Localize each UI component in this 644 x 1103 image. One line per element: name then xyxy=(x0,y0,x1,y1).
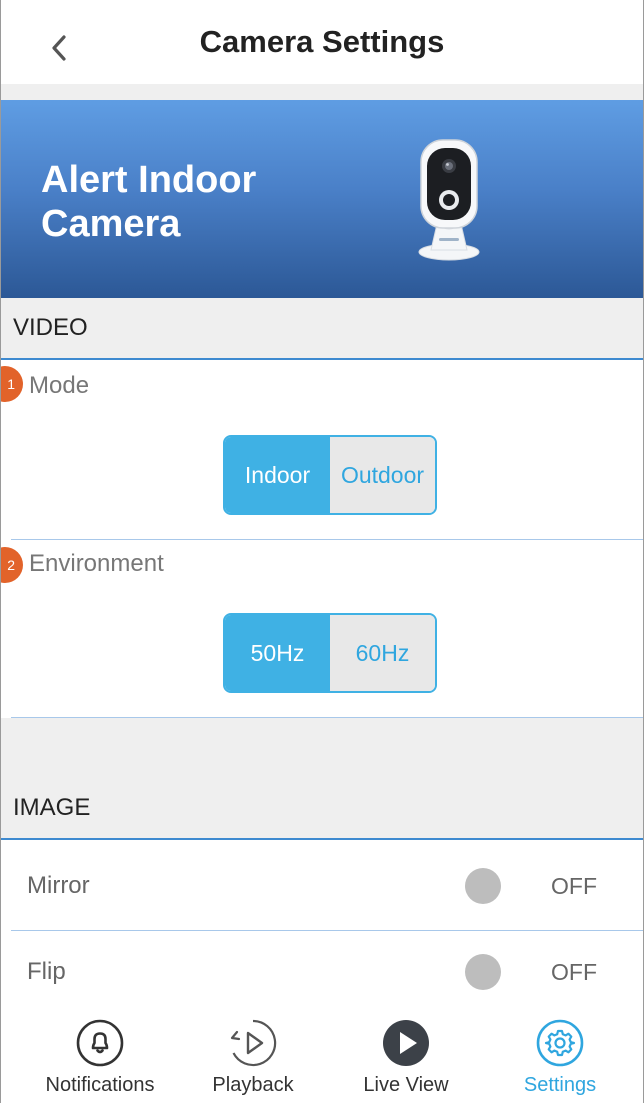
play-icon xyxy=(383,1020,429,1066)
tab-live-view[interactable]: Live View xyxy=(331,1014,481,1103)
mirror-toggle[interactable] xyxy=(465,868,501,904)
mode-label: Mode xyxy=(29,372,90,399)
flip-label: Flip xyxy=(27,958,66,985)
video-section-title: VIDEO xyxy=(13,314,88,341)
mode-option-outdoor[interactable]: Outdoor xyxy=(330,437,435,513)
top-bar: Camera Settings xyxy=(1,0,643,84)
tab-settings-label: Settings xyxy=(523,1074,597,1096)
bell-icon xyxy=(76,1019,124,1067)
camera-device-image xyxy=(418,139,480,261)
mirror-state: OFF xyxy=(551,873,597,899)
playback-icon xyxy=(230,1019,277,1067)
tab-playback-label: Playback xyxy=(212,1074,294,1096)
image-section-title: IMAGE xyxy=(13,794,91,821)
tab-notifications[interactable]: Notifications xyxy=(25,1014,175,1103)
header-spacer xyxy=(1,84,643,100)
camera-name: Alert Indoor Camera xyxy=(41,158,256,246)
camera-name-line2: Camera xyxy=(41,203,181,245)
environment-option-60hz[interactable]: 60Hz xyxy=(330,615,435,691)
gear-icon xyxy=(536,1019,584,1067)
callout-badge-2: 2 xyxy=(1,547,23,583)
tab-playback[interactable]: Playback xyxy=(178,1014,328,1103)
environment-label: Environment xyxy=(29,550,164,577)
tab-notifications-label: Notifications xyxy=(45,1074,155,1096)
environment-segmented-control: 50Hz 60Hz xyxy=(223,613,437,693)
mode-segmented-control: Indoor Outdoor xyxy=(223,435,437,515)
camera-banner: Alert Indoor Camera xyxy=(1,100,643,298)
divider xyxy=(11,539,643,540)
video-section-header: VIDEO xyxy=(1,298,643,360)
bottom-tab-bar: Notifications Playback Live View Setting… xyxy=(1,1014,643,1103)
callout-badge-1: 1 xyxy=(1,366,23,402)
divider xyxy=(11,930,643,931)
section-gap xyxy=(1,718,643,778)
flip-state: OFF xyxy=(551,959,597,985)
page-title: Camera Settings xyxy=(199,24,445,59)
tab-settings[interactable]: Settings xyxy=(485,1014,635,1103)
mirror-label: Mirror xyxy=(27,872,90,899)
tab-live-view-label: Live View xyxy=(363,1074,449,1096)
camera-name-line1: Alert Indoor xyxy=(41,159,257,201)
environment-option-50hz[interactable]: 50Hz xyxy=(225,615,330,691)
image-section-header: IMAGE xyxy=(1,778,643,840)
mode-option-indoor[interactable]: Indoor xyxy=(225,437,330,513)
app-screen: Camera Settings Alert Indoor Camera VIDE… xyxy=(0,0,644,1103)
flip-toggle[interactable] xyxy=(465,954,501,990)
